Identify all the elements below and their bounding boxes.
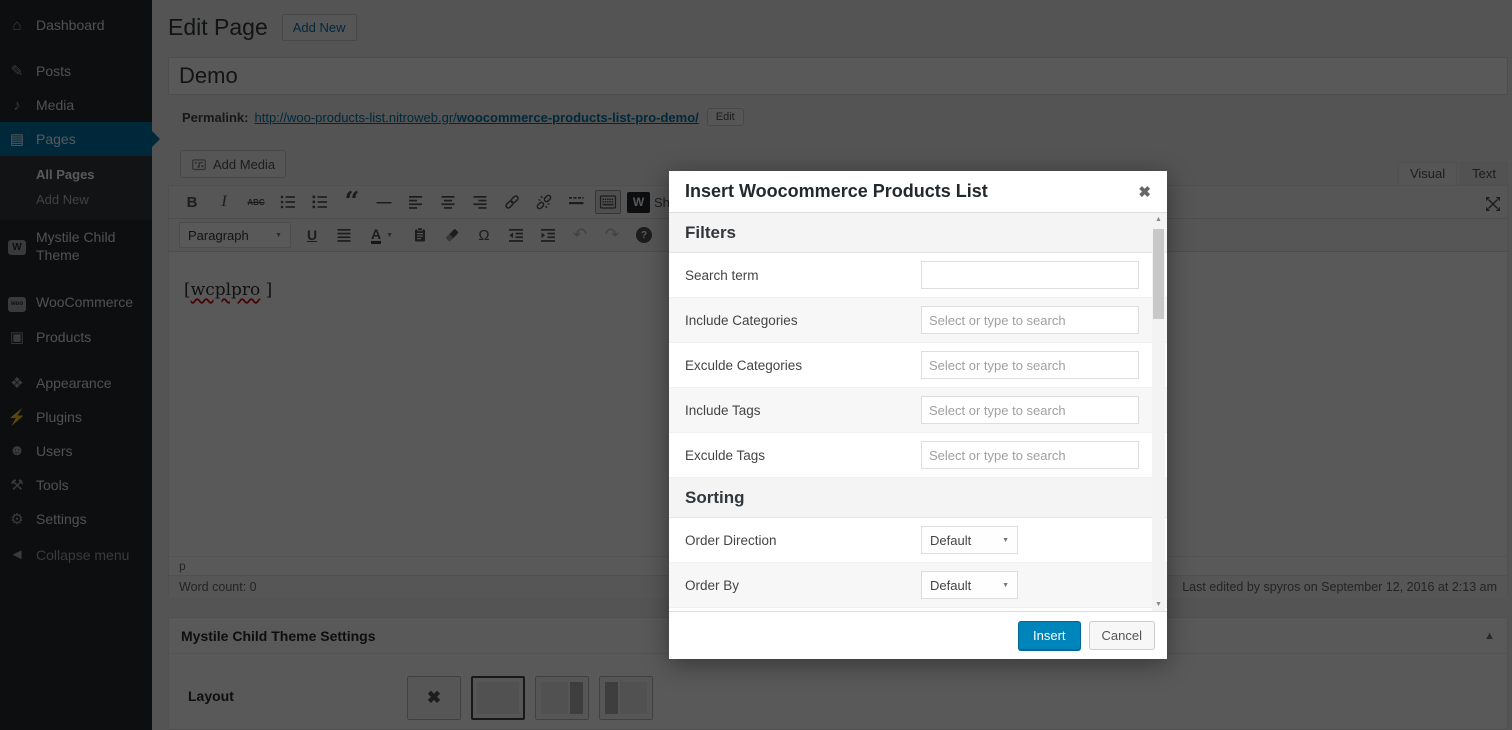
modal-body: Filters Search term Include Categories E… (669, 213, 1167, 611)
modal-title: Insert Woocommerce Products List (685, 181, 988, 202)
scrollbar-thumb[interactable] (1153, 229, 1164, 319)
field-label: Include Categories (685, 313, 921, 328)
field-label: Search term (685, 268, 921, 283)
exclude-categories-input[interactable] (921, 351, 1139, 379)
search-term-input[interactable] (921, 261, 1139, 289)
exclude-categories-row: Exculde Categories (669, 343, 1167, 388)
selected-value: Default (930, 578, 971, 593)
search-term-row: Search term (669, 253, 1167, 298)
field-label: Order Direction (685, 533, 921, 548)
chevron-down-icon: ▼ (1002, 537, 1009, 544)
modal-header: Insert Woocommerce Products List ✖ (669, 171, 1167, 213)
close-icon[interactable]: ✖ (1138, 183, 1151, 201)
scroll-down-icon[interactable]: ▼ (1152, 598, 1165, 611)
order-by-row: Order By Default ▼ (669, 563, 1167, 608)
include-tags-row: Include Tags (669, 388, 1167, 433)
chevron-down-icon: ▼ (1002, 582, 1009, 589)
filters-section-header: Filters (669, 213, 1167, 253)
insert-products-list-modal: Insert Woocommerce Products List ✖ Filte… (669, 171, 1167, 659)
order-direction-select[interactable]: Default ▼ (921, 526, 1018, 554)
include-tags-input[interactable] (921, 396, 1139, 424)
cancel-button[interactable]: Cancel (1089, 621, 1155, 650)
modal-scrollbar[interactable]: ▲ ▼ (1152, 213, 1165, 611)
field-label: Include Tags (685, 403, 921, 418)
scroll-up-icon[interactable]: ▲ (1152, 213, 1165, 226)
order-by-select[interactable]: Default ▼ (921, 571, 1018, 599)
order-direction-row: Order Direction Default ▼ (669, 518, 1167, 563)
sorting-section-header: Sorting (669, 478, 1167, 518)
field-label: Exculde Categories (685, 358, 921, 373)
insert-button[interactable]: Insert (1018, 621, 1081, 650)
include-categories-row: Include Categories (669, 298, 1167, 343)
field-label: Exculde Tags (685, 448, 921, 463)
include-categories-input[interactable] (921, 306, 1139, 334)
exclude-tags-input[interactable] (921, 441, 1139, 469)
selected-value: Default (930, 533, 971, 548)
field-label: Order By (685, 578, 921, 593)
modal-footer: Insert Cancel (669, 611, 1167, 659)
exclude-tags-row: Exculde Tags (669, 433, 1167, 478)
